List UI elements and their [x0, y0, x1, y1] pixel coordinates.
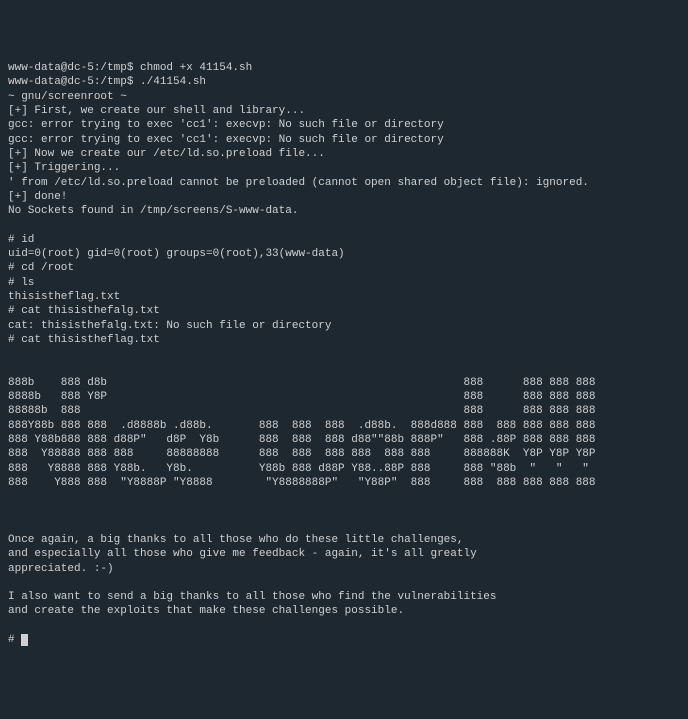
output-line: I also want to send a big thanks to all …: [8, 591, 496, 603]
output-line: www-data@dc-5:/tmp$ chmod +x 41154.sh: [8, 62, 252, 74]
output-line: [+] done!: [8, 191, 67, 203]
output-line: # cat thisisthefalg.txt: [8, 305, 160, 317]
output-line: # cd /root: [8, 262, 74, 274]
root-prompt: #: [8, 634, 21, 646]
output-line: 88888b 888 888 888 888 888: [8, 405, 596, 417]
output-line: Once again, a big thanks to all those wh…: [8, 534, 463, 546]
output-line: 888 Y8888 888 Y88b. Y8b. Y88b 888 d88P Y…: [8, 463, 596, 475]
terminal-output: www-data@dc-5:/tmp$ chmod +x 41154.sh ww…: [8, 61, 680, 647]
output-line: and especially all those who give me fee…: [8, 548, 477, 560]
output-line: # id: [8, 234, 34, 246]
output-line: gcc: error trying to exec 'cc1': execvp:…: [8, 134, 444, 146]
output-line: No Sockets found in /tmp/screens/S-www-d…: [8, 205, 298, 217]
output-line: 888 Y88888 888 888 88888888 888 888 888 …: [8, 448, 596, 460]
output-line: and create the exploits that make these …: [8, 605, 404, 617]
output-line: cat: thisisthefalg.txt: No such file or …: [8, 320, 331, 332]
output-line: 8888b 888 Y8P 888 888 888 888: [8, 391, 596, 403]
output-line: 888 Y888 888 "Y8888P "Y8888 "Y8888888P" …: [8, 477, 596, 489]
output-line: ~ gnu/screenroot ~: [8, 91, 127, 103]
output-line: # cat thisistheflag.txt: [8, 334, 160, 346]
output-line: thisistheflag.txt: [8, 291, 120, 303]
output-line: ' from /etc/ld.so.preload cannot be prel…: [8, 177, 589, 189]
output-line: 888Y88b 888 888 .d8888b .d88b. 888 888 8…: [8, 420, 596, 432]
output-line: appreciated. :-): [8, 563, 114, 575]
output-line: gcc: error trying to exec 'cc1': execvp:…: [8, 119, 444, 131]
output-line: www-data@dc-5:/tmp$ ./41154.sh: [8, 76, 206, 88]
output-line: [+] Triggering...: [8, 162, 120, 174]
output-line: 888 Y88b888 888 d88P" d8P Y8b 888 888 88…: [8, 434, 596, 446]
output-line: [+] First, we create our shell and libra…: [8, 105, 305, 117]
output-line: 888b 888 d8b 888 888 888 888: [8, 377, 596, 389]
output-line: # ls: [8, 277, 34, 289]
output-line: uid=0(root) gid=0(root) groups=0(root),3…: [8, 248, 345, 260]
prompt-line[interactable]: #: [8, 634, 28, 646]
cursor-icon: [21, 634, 28, 646]
output-line: [+] Now we create our /etc/ld.so.preload…: [8, 148, 325, 160]
